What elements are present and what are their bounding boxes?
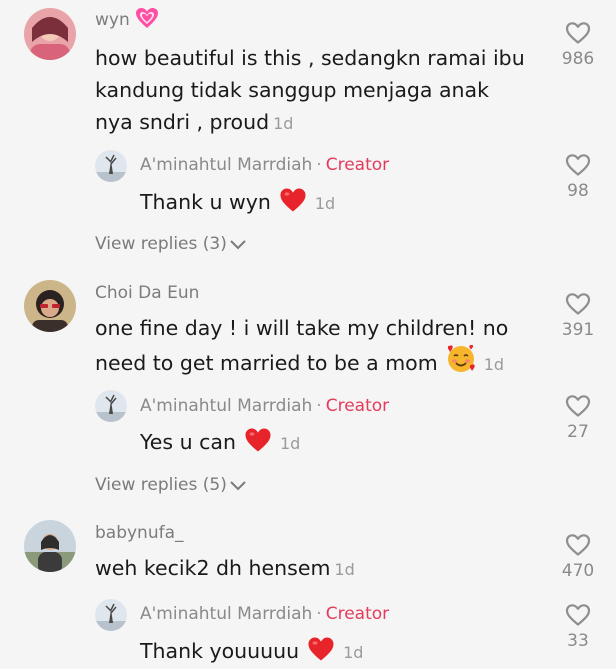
avatar[interactable]: [24, 280, 76, 332]
creator-badge: Creator: [325, 604, 390, 624]
like-count: 98: [567, 181, 589, 201]
reply-text: Yes u can 1d: [140, 426, 300, 460]
like-count: 27: [567, 422, 589, 442]
creator-badge: Creator: [325, 396, 390, 416]
like-button[interactable]: 391: [550, 292, 606, 340]
comment-time: 1d: [273, 114, 294, 133]
comment-time: 1d: [483, 355, 505, 374]
chevron-down-icon: [230, 240, 246, 250]
reply-like-button[interactable]: 33: [550, 603, 606, 651]
like-count: 470: [561, 561, 595, 581]
red-heart-emoji-icon: [280, 188, 306, 212]
view-replies-button[interactable]: View replies (5): [95, 475, 247, 495]
smiling-face-with-hearts-emoji-icon: [447, 344, 475, 372]
heart-outline-icon: [565, 154, 591, 176]
reply-username[interactable]: A'minahtul Marrdiah · Creator: [140, 155, 389, 175]
reply-time: 1d: [343, 643, 364, 662]
heart-outline-icon: [565, 22, 591, 44]
like-count: 391: [561, 320, 595, 340]
chevron-down-icon: [230, 481, 246, 491]
view-replies-button[interactable]: View replies (3): [95, 234, 247, 254]
reply-like-button[interactable]: 98: [550, 153, 606, 201]
reply-like-button[interactable]: 27: [550, 394, 606, 442]
heart-outline-icon: [565, 395, 591, 417]
comment-username[interactable]: Choi Da Eun: [95, 283, 199, 303]
like-count: 33: [567, 631, 589, 651]
reply-time: 1d: [314, 194, 336, 213]
comment-time: 1d: [334, 560, 355, 579]
avatar[interactable]: [24, 520, 76, 572]
reply-time: 1d: [279, 434, 301, 453]
pink-heart-emoji-icon: [136, 8, 159, 28]
red-heart-emoji-icon: [308, 637, 334, 661]
reply-text: Thank u wyn 1d: [140, 186, 335, 220]
avatar[interactable]: [24, 8, 76, 60]
creator-badge: Creator: [325, 155, 390, 175]
comment-text: how beautiful is this , sedangkn ramai i…: [95, 46, 525, 134]
like-count: 986: [561, 49, 595, 69]
heart-outline-icon: [565, 293, 591, 315]
comment-username[interactable]: babynufa_: [95, 523, 184, 543]
red-heart-emoji-icon: [245, 428, 271, 452]
reply-username[interactable]: A'minahtul Marrdiah · Creator: [140, 396, 389, 416]
comment-text: one fine day ! i will take my children! …: [95, 316, 509, 375]
comment-username[interactable]: wyn: [95, 7, 159, 30]
reply-text: Thank youuuuu 1d: [140, 635, 363, 669]
creator-avatar[interactable]: [95, 599, 127, 631]
creator-avatar[interactable]: [95, 150, 127, 182]
creator-avatar[interactable]: [95, 390, 127, 422]
comment-text: weh kecik2 dh hensem 1d: [95, 556, 355, 580]
heart-outline-icon: [565, 604, 591, 626]
like-button[interactable]: 470: [550, 533, 606, 581]
like-button[interactable]: 986: [550, 21, 606, 69]
reply-username[interactable]: A'minahtul Marrdiah · Creator: [140, 604, 389, 624]
heart-outline-icon: [565, 534, 591, 556]
